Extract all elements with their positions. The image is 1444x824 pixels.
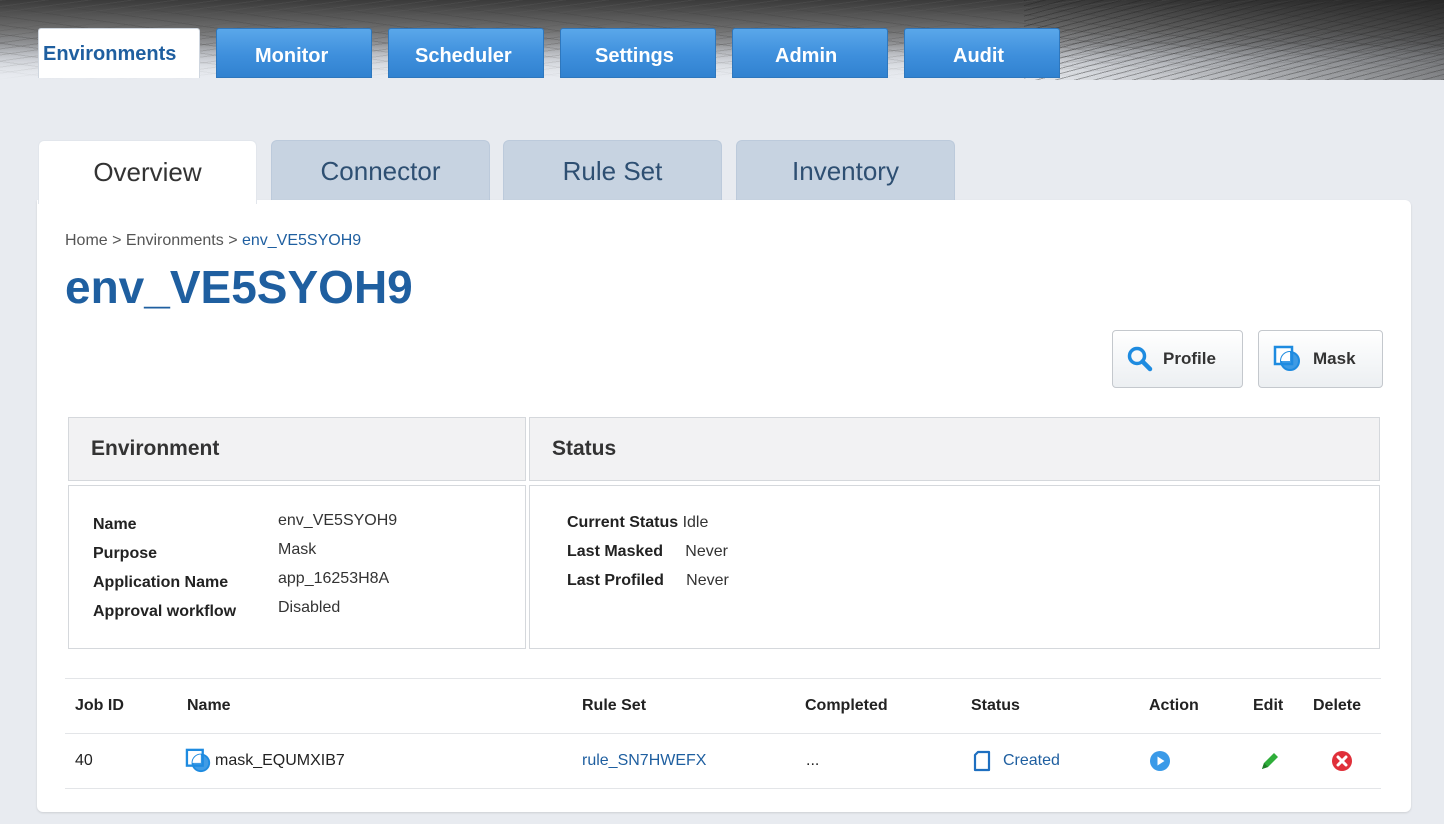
tab-overview[interactable]: Overview [38,140,257,204]
table-header-row: Job ID Name Rule Set Completed Status Ac… [65,678,1381,733]
main-tab-label: Settings [595,45,674,67]
column-header-completed[interactable]: Completed [805,679,888,733]
field-value-approval-workflow: Disabled [278,599,341,616]
main-tab-monitor[interactable]: Monitor [216,28,372,78]
breadcrumb: Home > Environments > env_VE5SYOH9 [65,232,361,250]
breadcrumb-environments[interactable]: Environments [126,232,224,249]
field-label: Application Name [93,574,229,591]
tab-inventory[interactable]: Inventory [736,140,955,202]
main-tab-label: Environments [43,43,177,65]
breadcrumb-separator: > [107,232,126,249]
play-icon [1149,750,1171,772]
main-tab-label: Monitor [255,45,329,67]
field-label: Current Status [567,514,679,531]
field-value-last-profiled: Never [686,572,729,589]
profile-button[interactable]: Profile [1112,330,1243,388]
magnifier-icon [1127,346,1153,372]
breadcrumb-current: env_VE5SYOH9 [241,232,362,249]
main-tab-scheduler[interactable]: Scheduler [388,28,544,78]
mask-icon [1273,345,1303,373]
field-value-purpose: Mask [278,541,317,558]
tab-rule-set[interactable]: Rule Set [503,140,722,202]
column-header-action: Action [1149,697,1199,714]
field-label: Last Profiled [567,572,664,589]
field-label: Approval workflow [93,603,237,620]
mask-button[interactable]: Mask [1258,330,1383,388]
field-label: Last Masked [567,543,664,560]
job-name-cell[interactable]: mask_EQUMXIB7 [185,734,345,788]
column-header-edit: Edit [1253,697,1284,714]
field-label: Purpose [93,545,158,562]
tab-label: Connector [320,156,441,186]
status-text: Created [1003,752,1060,769]
main-nav: Environments Monitor Scheduler Settings … [38,28,1060,78]
field-value-name: env_VE5SYOH9 [278,512,398,529]
delete-job-button[interactable] [1331,734,1353,788]
main-tab-audit[interactable]: Audit [904,28,1060,78]
environment-panel-header: Environment [68,417,526,481]
breadcrumb-separator: > [223,232,242,249]
tab-label: Inventory [792,156,899,186]
breadcrumb-home[interactable]: Home [65,232,108,249]
job-id-cell: 40 [75,752,93,769]
main-tab-settings[interactable]: Settings [560,28,716,78]
tab-label: Rule Set [562,156,663,186]
environment-labels: Name Purpose Application Name Approval w… [93,510,236,626]
completed-cell: ... [806,752,820,769]
column-header-delete: Delete [1313,697,1362,714]
column-header-name[interactable]: Name [187,679,231,733]
header-banner-decoration [1024,0,1444,80]
delete-icon [1331,750,1353,772]
main-tab-label: Audit [953,45,1005,67]
edit-job-button[interactable] [1259,734,1281,788]
main-tab-label: Admin [775,45,838,67]
table-row: 40 mask_EQUMXIB7 rule_SN7HWEFX ... Creat… [65,733,1381,789]
main-tab-admin[interactable]: Admin [732,28,888,78]
environment-panel-title: Environment [91,437,220,460]
tab-label: Overview [93,157,202,187]
field-label: Name [93,516,137,533]
job-name-text: mask_EQUMXIB7 [215,752,345,769]
environment-values: env_VE5SYOH9 Mask app_16253H8A Disabled [278,506,397,622]
profile-button-label: Profile [1163,349,1216,368]
jobs-table: Job ID Name Rule Set Completed Status Ac… [65,678,1381,789]
main-tab-label: Scheduler [415,45,512,67]
page-title: env_VE5SYOH9 [65,261,413,313]
field-value-application-name: app_16253H8A [278,570,390,587]
tab-connector[interactable]: Connector [271,140,490,202]
column-header-rule-set[interactable]: Rule Set [582,679,646,733]
status-panel-title: Status [552,437,617,460]
status-panel-header: Status [529,417,1380,481]
content-card: Home > Environments > env_VE5SYOH9 env_V… [37,200,1411,812]
status-cell[interactable]: Created [973,734,1060,788]
main-tab-environments[interactable]: Environments [38,28,200,78]
field-value-last-masked: Never [685,543,728,560]
status-panel-body: Current Status Idle Last Masked Never La… [529,485,1380,649]
rule-set-link[interactable]: rule_SN7HWEFX [582,734,706,788]
document-icon [973,750,991,772]
column-header-status[interactable]: Status [971,679,1020,733]
field-value-current-status: Idle [682,514,709,531]
run-job-button[interactable] [1149,734,1171,788]
mask-job-icon [185,748,213,774]
column-header-job-id[interactable]: Job ID [75,679,124,733]
mask-button-label: Mask [1313,349,1356,368]
pencil-icon [1259,750,1281,772]
environment-panel-body: Name Purpose Application Name Approval w… [68,485,526,649]
status-fields: Current Status Idle Last Masked Never La… [567,508,729,595]
